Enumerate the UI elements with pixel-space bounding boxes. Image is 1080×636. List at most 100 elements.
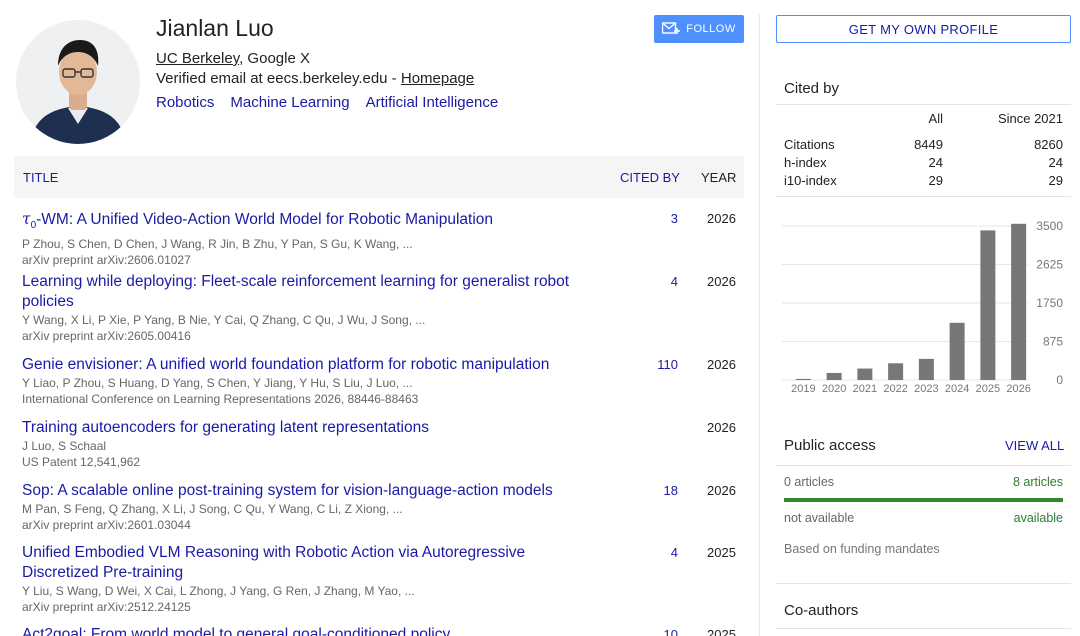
divider xyxy=(776,465,1071,466)
not-available-count[interactable]: 0 articles xyxy=(784,475,834,489)
profile-name: Jianlan Luo xyxy=(156,15,274,41)
paper-year: 2026 xyxy=(707,357,736,372)
get-my-own-profile-button[interactable]: GET MY OWN PROFILE xyxy=(776,15,1071,43)
x-tick-label: 2022 xyxy=(883,383,907,395)
avatar xyxy=(16,20,140,144)
col-since: Since 2021 xyxy=(997,111,1063,126)
y-tick-label: 2625 xyxy=(1036,258,1063,272)
public-access-counts: 0 articles 8 articles xyxy=(784,475,1064,489)
stat-since: 8260 xyxy=(1034,137,1063,152)
table-row: Unified Embodied VLM Reasoning with Robo… xyxy=(22,543,742,615)
verified-email: Verified email at eecs.berkeley.edu - Ho… xyxy=(156,70,474,87)
chart-bar-2021[interactable] xyxy=(857,368,873,380)
citation-row: Citations 8449 8260 xyxy=(784,137,1064,155)
paper-title-link[interactable]: Sop: A scalable online post-training sys… xyxy=(22,481,602,501)
table-row: Genie envisioner: A unified world founda… xyxy=(22,355,742,407)
x-tick-label: 2021 xyxy=(853,383,877,395)
sort-by-cited[interactable]: CITED BY xyxy=(620,170,680,185)
paper-venue: arXiv preprint arXiv:2606.01027 xyxy=(22,253,191,268)
divider xyxy=(776,196,1071,197)
profile-photo xyxy=(16,20,140,144)
paper-authors: Y Liao, P Zhou, S Huang, D Yang, S Chen,… xyxy=(22,376,413,390)
sort-by-title[interactable]: TITLE xyxy=(23,170,58,185)
paper-authors: Y Liu, S Wang, D Wei, X Cai, L Zhong, J … xyxy=(22,584,415,598)
not-available-label: not available xyxy=(784,511,855,525)
chart-bar-2019[interactable] xyxy=(795,378,811,380)
follow-label: FOLLOW xyxy=(686,23,736,35)
affiliation-rest: , Google X xyxy=(239,50,310,67)
follow-button[interactable]: FOLLOW xyxy=(654,15,744,43)
paper-year: 2025 xyxy=(707,627,736,636)
interest-robotics[interactable]: Robotics xyxy=(156,94,214,111)
x-tick-label: 2019 xyxy=(791,383,815,395)
citation-stats-table: All Since 2021 Citations 8449 8260 h-ind… xyxy=(784,111,1064,191)
paper-title-link[interactable]: Genie envisioner: A unified world founda… xyxy=(22,355,602,375)
email-text: Verified email at eecs.berkeley.edu - xyxy=(156,70,401,87)
citations-per-year-chart: 0 875 1750 2625 3500 2019 2020 2021 2022 2023 2024… xyxy=(782,219,1063,395)
stat-label[interactable]: Citations xyxy=(784,137,835,152)
paper-cited-by[interactable]: 10 xyxy=(622,627,678,636)
public-access-progress-bar xyxy=(784,498,1063,502)
paper-cited-by[interactable]: 4 xyxy=(622,545,678,560)
co-authors-title: Co-authors xyxy=(784,602,859,619)
stat-label[interactable]: h-index xyxy=(784,155,827,170)
divider xyxy=(776,583,1071,584)
chart-bar-2020[interactable] xyxy=(826,372,842,380)
available-label: available xyxy=(1013,511,1063,525)
affiliation-link[interactable]: UC Berkeley xyxy=(156,50,239,67)
paper-title-link[interactable]: τ0-WM: A Unified Video-Action World Mode… xyxy=(22,209,602,236)
mail-plus-icon xyxy=(662,22,681,34)
paper-authors: Y Wang, X Li, P Xie, P Yang, B Nie, Y Ca… xyxy=(22,313,426,327)
chart-bar-2022[interactable] xyxy=(888,363,904,380)
paper-cited-by[interactable]: 3 xyxy=(622,211,678,226)
paper-title-link[interactable]: Act2goal: From world model to general go… xyxy=(22,625,602,636)
available-count[interactable]: 8 articles xyxy=(1013,475,1063,489)
chart-bar-2025[interactable] xyxy=(980,230,996,380)
chart-bar-2024[interactable] xyxy=(949,322,965,380)
y-tick-label: 875 xyxy=(1043,335,1063,349)
stat-all: 8449 xyxy=(914,137,943,152)
paper-venue: arXiv preprint arXiv:2601.03044 xyxy=(22,518,191,532)
paper-cited-by[interactable]: 18 xyxy=(622,483,678,498)
table-row: τ0-WM: A Unified Video-Action World Mode… xyxy=(22,209,742,268)
stat-since: 29 xyxy=(1048,173,1063,188)
x-tick-label: 2024 xyxy=(945,383,969,395)
paper-venue: International Conference on Learning Rep… xyxy=(22,392,419,406)
stat-all: 29 xyxy=(928,173,943,188)
paper-venue: US Patent 12,541,962 xyxy=(22,455,141,469)
paper-year: 2026 xyxy=(707,274,736,289)
homepage-link[interactable]: Homepage xyxy=(401,70,474,87)
paper-title-link[interactable]: Training autoencoders for generating lat… xyxy=(22,418,602,438)
stat-label[interactable]: i10-index xyxy=(784,173,837,188)
paper-title-link[interactable]: Learning while deploying: Fleet-scale re… xyxy=(22,272,602,312)
research-interests: Robotics Machine Learning Artificial Int… xyxy=(156,94,498,111)
sort-by-year[interactable]: YEAR xyxy=(701,170,736,185)
paper-year: 2026 xyxy=(707,211,736,226)
y-tick-label: 1750 xyxy=(1036,296,1063,310)
y-tick-label: 3500 xyxy=(1036,219,1063,233)
view-all-link[interactable]: VIEW ALL xyxy=(1005,438,1064,453)
table-row: Learning while deploying: Fleet-scale re… xyxy=(22,272,742,344)
public-access-title: Public access xyxy=(784,437,876,454)
table-row: Act2goal: From world model to general go… xyxy=(22,625,742,636)
x-tick-label: 2025 xyxy=(976,383,1000,395)
stat-all: 24 xyxy=(928,155,943,170)
table-row: Training autoencoders for generating lat… xyxy=(22,418,742,470)
divider xyxy=(776,628,1071,629)
interest-machine-learning[interactable]: Machine Learning xyxy=(230,94,349,111)
paper-cited-by[interactable]: 4 xyxy=(622,274,678,289)
affiliation: UC Berkeley, Google X xyxy=(156,50,310,67)
col-all: All xyxy=(928,111,943,126)
table-row: Sop: A scalable online post-training sys… xyxy=(22,481,742,533)
paper-venue: arXiv preprint arXiv:2512.24125 xyxy=(22,600,191,614)
paper-title-link[interactable]: Unified Embodied VLM Reasoning with Robo… xyxy=(22,543,602,583)
x-tick-label: 2023 xyxy=(914,383,938,395)
chart-bar-2023[interactable] xyxy=(918,358,934,380)
citation-row: h-index 24 24 xyxy=(784,155,1064,173)
paper-venue: arXiv preprint arXiv:2605.00416 xyxy=(22,329,191,343)
stat-since: 24 xyxy=(1048,155,1063,170)
paper-cited-by[interactable]: 110 xyxy=(622,357,678,372)
paper-authors: P Zhou, S Chen, D Chen, J Wang, R Jin, B… xyxy=(22,237,413,252)
interest-artificial-intelligence[interactable]: Artificial Intelligence xyxy=(366,94,499,111)
chart-bar-2026[interactable] xyxy=(1011,223,1027,380)
